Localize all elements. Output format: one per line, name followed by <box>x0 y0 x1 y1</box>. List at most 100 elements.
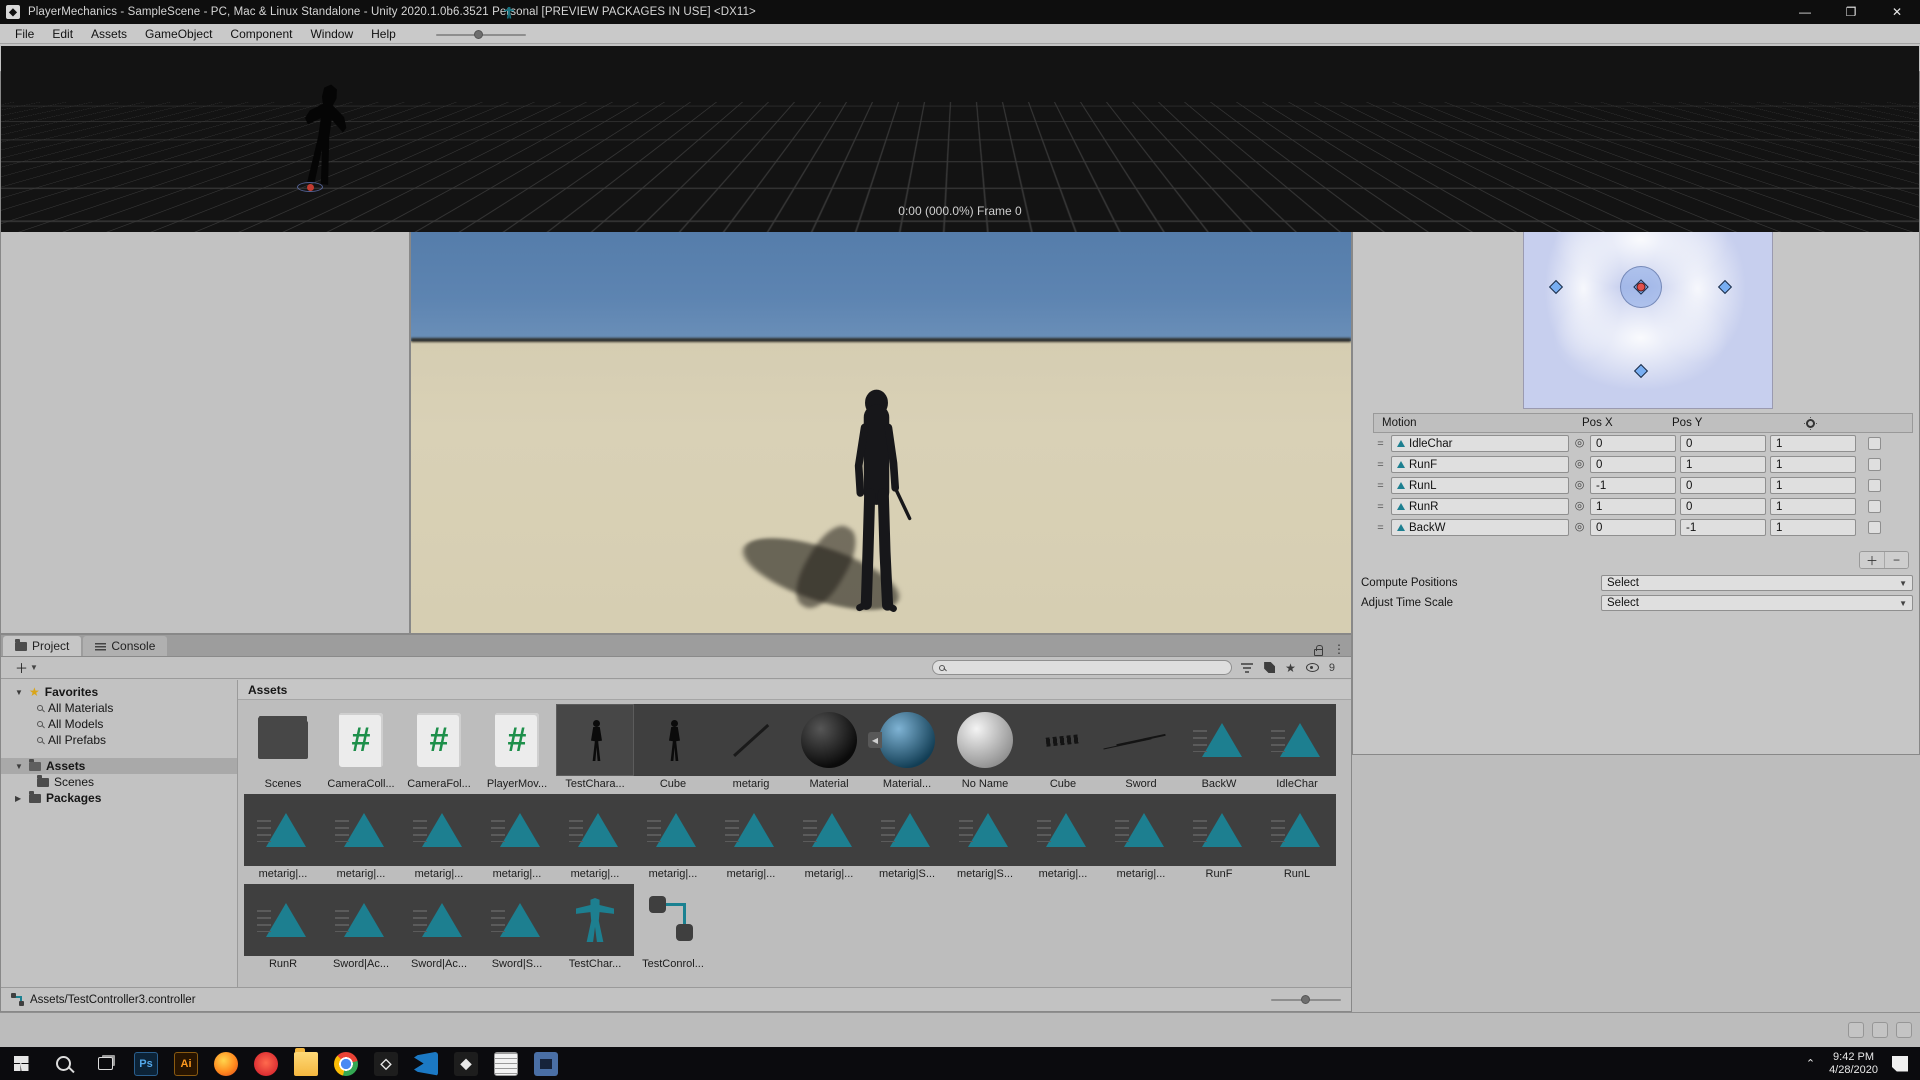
foldout-arrow-icon[interactable]: ▼ <box>15 688 24 697</box>
asset-tile[interactable]: RunL <box>1258 794 1336 880</box>
asset-tile[interactable]: metarig|... <box>244 794 322 880</box>
asset-tile[interactable]: Sword|Ac... <box>400 884 478 970</box>
drag-handle[interactable]: = <box>1373 480 1387 492</box>
menu-item[interactable]: Assets <box>82 25 136 43</box>
asset-tile[interactable]: metarig <box>712 704 790 790</box>
motion-clip-field[interactable]: RunF <box>1391 456 1569 473</box>
asset-tile[interactable]: metarig|... <box>556 794 634 880</box>
mirror-checkbox[interactable] <box>1868 437 1881 450</box>
motion-clip-field[interactable]: RunR <box>1391 498 1569 515</box>
preview-speed-slider[interactable] <box>436 34 526 36</box>
asset-tile[interactable]: RunF <box>1180 794 1258 880</box>
asset-tile[interactable]: metarig|... <box>712 794 790 880</box>
status-icon[interactable] <box>1848 1022 1864 1038</box>
assets-child-row[interactable]: Scenes <box>1 774 237 790</box>
add-motion-button[interactable]: ＋ <box>1860 552 1884 568</box>
taskbar-app-icon[interactable] <box>526 1047 566 1080</box>
start-button[interactable] <box>0 1047 42 1080</box>
pos-y-input[interactable]: 1 <box>1680 456 1766 473</box>
speed-input[interactable]: 1 <box>1770 519 1856 536</box>
favorite-item[interactable]: All Materials <box>1 700 237 716</box>
object-picker-icon[interactable]: ◎ <box>1573 521 1586 534</box>
asset-tile[interactable]: Sword <box>1102 704 1180 790</box>
taskbar-search-button[interactable] <box>42 1047 84 1080</box>
tab-project[interactable]: Project <box>3 636 81 656</box>
pos-x-input[interactable]: -1 <box>1590 477 1676 494</box>
notification-center-icon[interactable] <box>1892 1056 1908 1072</box>
taskbar-app-icon[interactable]: ◇ <box>366 1047 406 1080</box>
packages-root-row[interactable]: ▶Packages <box>1 790 237 806</box>
asset-tile[interactable]: CameraColl... <box>322 704 400 790</box>
minimize-button[interactable]: — <box>1782 0 1828 24</box>
drag-handle[interactable]: = <box>1373 459 1387 471</box>
foldout-arrow-icon[interactable]: ▶ <box>15 794 24 803</box>
motion-clip-field[interactable]: BackW <box>1391 519 1569 536</box>
blend-space-point[interactable] <box>1633 363 1647 377</box>
speed-input[interactable]: 1 <box>1770 456 1856 473</box>
task-view-button[interactable] <box>84 1047 126 1080</box>
taskbar-app-icon[interactable]: Ps <box>126 1047 166 1080</box>
pos-y-input[interactable]: -1 <box>1680 519 1766 536</box>
asset-tile[interactable]: No Name <box>946 704 1024 790</box>
asset-tile[interactable]: Scenes <box>244 704 322 790</box>
asset-tile[interactable]: metarig|S... <box>946 794 1024 880</box>
mirror-checkbox[interactable] <box>1868 479 1881 492</box>
asset-tile[interactable]: PlayerMov... <box>478 704 556 790</box>
asset-tile[interactable]: metarig|... <box>1024 794 1102 880</box>
object-picker-icon[interactable]: ◎ <box>1573 479 1586 492</box>
favorite-item[interactable]: All Models <box>1 716 237 732</box>
lock-icon[interactable] <box>1314 649 1323 656</box>
asset-tile[interactable]: metarig|... <box>790 794 868 880</box>
taskbar-app-icon[interactable] <box>406 1047 446 1080</box>
tab-console[interactable]: Console <box>83 636 167 656</box>
menu-item[interactable]: Edit <box>43 25 82 43</box>
asset-tile[interactable]: BackW <box>1180 704 1258 790</box>
remove-motion-button[interactable]: − <box>1884 552 1908 568</box>
adjust-time-scale-dropdown[interactable]: Select▼ <box>1601 595 1913 611</box>
subasset-collapse-icon[interactable]: ◀ <box>868 732 882 748</box>
compute-positions-dropdown[interactable]: Select▼ <box>1601 575 1913 591</box>
pos-x-input[interactable]: 0 <box>1590 435 1676 452</box>
taskbar-app-icon[interactable] <box>286 1047 326 1080</box>
asset-tile[interactable]: TestConrol... <box>634 884 712 970</box>
asset-tile[interactable]: Sword|S... <box>478 884 556 970</box>
drag-handle[interactable]: = <box>1373 501 1387 513</box>
asset-tile[interactable]: TestChar... <box>556 884 634 970</box>
taskbar-app-icon[interactable] <box>326 1047 366 1080</box>
foldout-arrow-icon[interactable]: ▼ <box>15 762 24 771</box>
pos-x-input[interactable]: 0 <box>1590 519 1676 536</box>
favorite-item[interactable]: All Prefabs <box>1 732 237 748</box>
menu-item[interactable]: Component <box>221 25 301 43</box>
pos-y-input[interactable]: 0 <box>1680 477 1766 494</box>
blend-space-sample-dot[interactable] <box>1636 283 1645 292</box>
save-search-icon[interactable]: ★ <box>1285 661 1296 675</box>
project-search-input[interactable] <box>932 660 1232 675</box>
speed-input[interactable]: 1 <box>1770 498 1856 515</box>
thumbnail-size-slider[interactable] <box>1271 999 1341 1001</box>
asset-tile[interactable]: metarig|S... <box>868 794 946 880</box>
taskbar-app-icon[interactable]: ◆ <box>446 1047 486 1080</box>
pos-x-input[interactable]: 0 <box>1590 456 1676 473</box>
mirror-checkbox[interactable] <box>1868 500 1881 513</box>
speed-input[interactable]: 1 <box>1770 477 1856 494</box>
asset-tile[interactable]: Cube <box>634 704 712 790</box>
asset-tile[interactable]: CameraFol... <box>400 704 478 790</box>
menu-item[interactable]: Help <box>362 25 405 43</box>
object-picker-icon[interactable]: ◎ <box>1573 458 1586 471</box>
asset-tile[interactable]: metarig|... <box>322 794 400 880</box>
object-picker-icon[interactable]: ◎ <box>1573 500 1586 513</box>
pos-y-input[interactable]: 0 <box>1680 498 1766 515</box>
hidden-packages-eye-icon[interactable] <box>1306 663 1319 672</box>
preview-speed-thumb[interactable] <box>474 30 483 39</box>
taskbar-app-icon[interactable] <box>486 1047 526 1080</box>
asset-tile[interactable]: Cube <box>1024 704 1102 790</box>
asset-tile[interactable]: Material <box>790 704 868 790</box>
asset-tile[interactable]: metarig|... <box>400 794 478 880</box>
close-button[interactable]: ✕ <box>1874 0 1920 24</box>
mirror-checkbox[interactable] <box>1868 521 1881 534</box>
kebab-menu-icon[interactable]: ⋮ <box>1327 642 1351 656</box>
search-by-type-icon[interactable] <box>1240 662 1254 674</box>
asset-tile[interactable]: Sword|Ac... <box>322 884 400 970</box>
taskbar-app-icon[interactable]: Ai <box>166 1047 206 1080</box>
asset-tile[interactable]: metarig|... <box>478 794 556 880</box>
